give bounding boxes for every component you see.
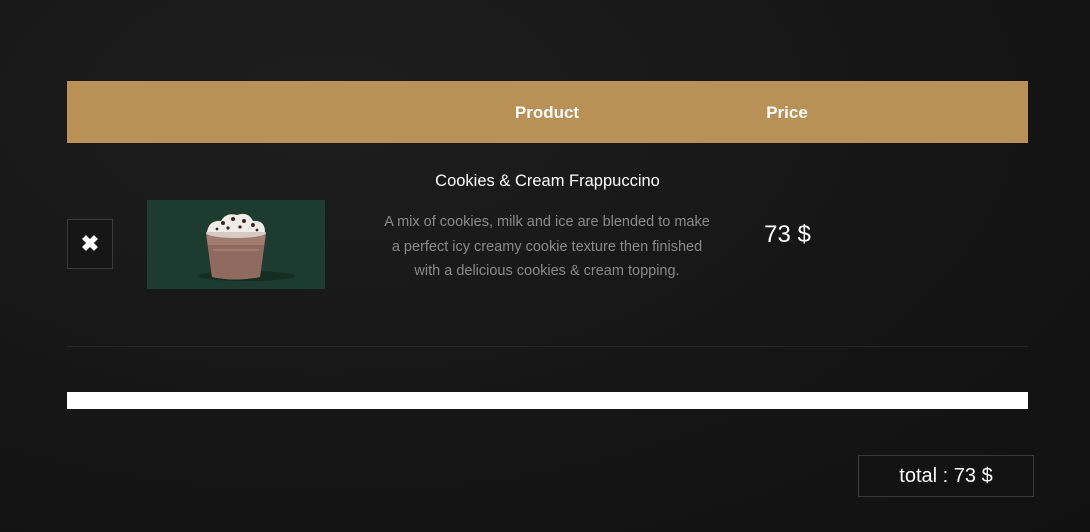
price-column-header: Price [766,103,808,122]
remove-item-button[interactable]: ✖ [67,219,113,269]
frappuccino-image [199,213,295,281]
product-name: Cookies & Cream Frappuccino [435,172,660,190]
product-description: A mix of cookies, milk and ice are blend… [384,214,710,279]
close-icon: ✖ [80,231,100,256]
cart-table-header: Product Price [67,81,1028,143]
product-image [147,200,325,289]
row-divider [67,346,1028,347]
cart-total: total : 73 $ [858,455,1034,497]
product-price: 73 $ [764,221,811,248]
cart-footer-bar [67,392,1028,409]
product-column-header: Product [514,103,580,122]
cart-page: Product Price ✖ Cookies & Cream Frappucc… [0,0,1090,532]
